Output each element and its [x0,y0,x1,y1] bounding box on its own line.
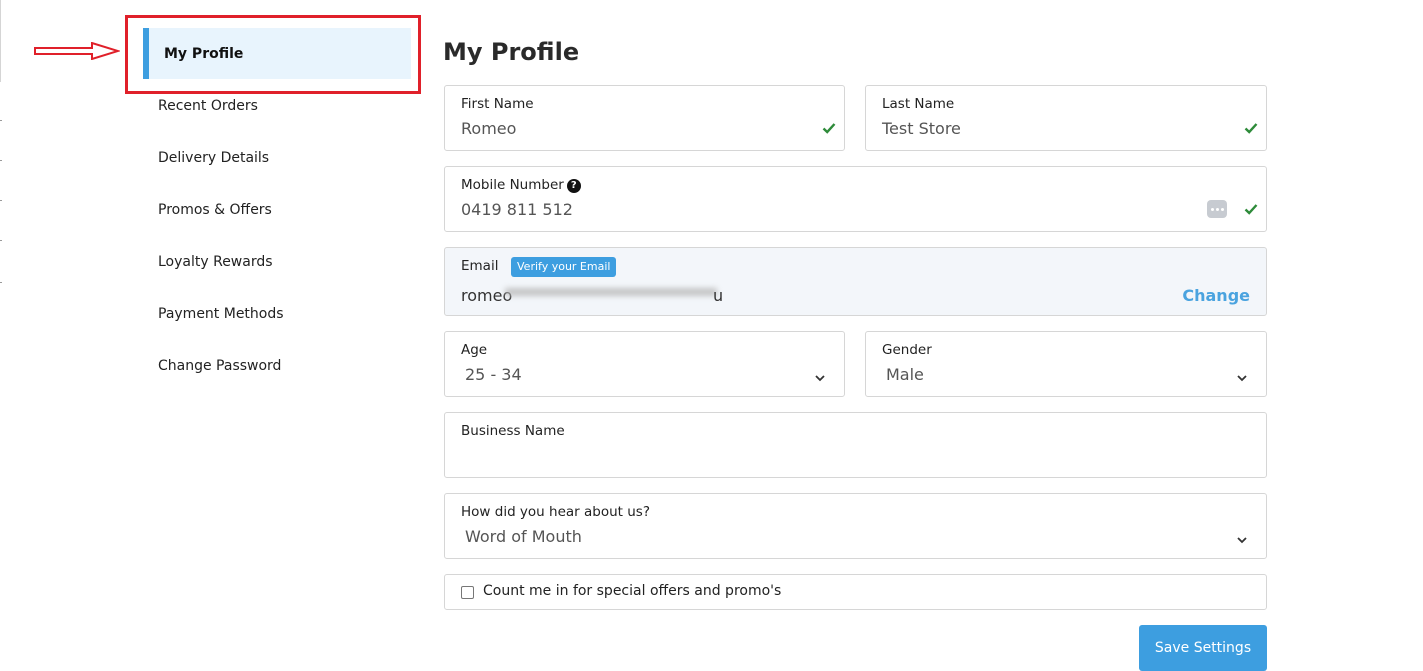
business-name-label: Business Name [461,423,565,439]
promo-opt-in-label[interactable]: Count me in for special offers and promo… [483,583,781,599]
first-name-field[interactable]: First Name Romeo [444,85,845,151]
page-title: My Profile [443,38,580,66]
first-name-label: First Name [461,96,534,112]
age-value: 25 - 34 [465,365,522,384]
change-email-link[interactable]: Change [1182,286,1250,305]
sidebar-item-label: My Profile [164,45,244,62]
last-name-value: Test Store [882,119,961,138]
sms-icon[interactable] [1207,200,1227,218]
gender-label: Gender [882,342,932,358]
age-label: Age [461,342,488,358]
mobile-number-field[interactable]: Mobile Number? 0419 811 512 [444,166,1267,232]
chevron-down-icon [814,369,826,382]
gender-value: Male [886,365,924,384]
sidebar-item-payment-methods[interactable]: Payment Methods [158,304,284,324]
referral-source-value: Word of Mouth [465,527,582,546]
last-name-field[interactable]: Last Name Test Store [865,85,1267,151]
checkmark-icon [1244,202,1258,216]
email-value-suffix: u [713,286,724,305]
edge-tick [0,160,2,161]
promo-opt-in-row: Count me in for special offers and promo… [444,574,1267,610]
promo-opt-in-checkbox[interactable] [461,586,474,599]
help-icon[interactable]: ? [566,179,581,193]
sidebar-item-loyalty-rewards[interactable]: Loyalty Rewards [158,252,273,272]
first-name-value: Romeo [461,119,517,138]
referral-source-select[interactable]: How did you hear about us? Word of Mouth [444,493,1267,559]
referral-source-label: How did you hear about us? [461,504,650,520]
age-select[interactable]: Age 25 - 34 [444,331,845,397]
edge-tick [0,200,2,201]
sidebar-item-recent-orders[interactable]: Recent Orders [158,96,258,116]
chevron-down-icon [1236,369,1248,382]
sidebar-item-delivery-details[interactable]: Delivery Details [158,148,269,168]
email-label: Email [461,258,499,274]
sidebar-item-promos-offers[interactable]: Promos & Offers [158,200,272,220]
gender-select[interactable]: Gender Male [865,331,1267,397]
save-settings-button[interactable]: Save Settings [1139,625,1267,671]
edge-tick [0,120,2,121]
last-name-label: Last Name [882,96,955,112]
verify-email-badge[interactable]: Verify your Email [511,257,617,277]
sidebar-item-change-password[interactable]: Change Password [158,356,281,376]
sidebar-item-my-profile[interactable]: My Profile [143,28,411,79]
edge-tick [0,282,2,283]
mobile-number-value: 0419 811 512 [461,200,573,219]
chevron-down-icon [1236,531,1248,544]
checkmark-icon [1244,121,1258,135]
mobile-number-label: Mobile Number? [461,177,581,193]
email-field: Email Verify your Email romeo u Change [444,247,1267,316]
window-edge [0,0,1,82]
email-redaction-blur [505,288,717,296]
arrow-right-icon [34,41,122,64]
edge-tick [0,240,2,241]
business-name-field[interactable]: Business Name [444,412,1267,478]
checkmark-icon [822,121,836,135]
